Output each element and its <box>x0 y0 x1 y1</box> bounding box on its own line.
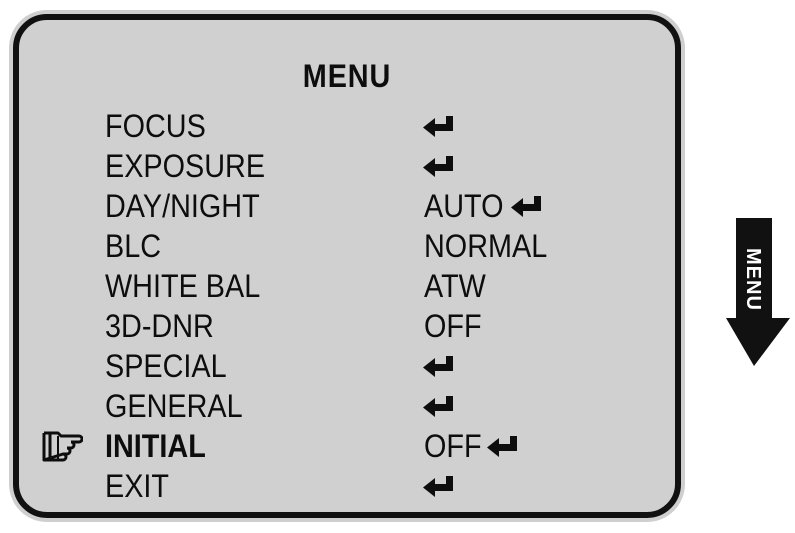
menu-key-label: MENU <box>742 247 764 311</box>
menu-item-special[interactable]: SPECIAL <box>19 346 675 386</box>
enter-arrow-icon <box>511 196 542 217</box>
enter-arrow-icon <box>423 396 453 417</box>
menu-item-label: 3D-DNR <box>105 308 214 344</box>
menu-item-general[interactable]: GENERAL <box>19 386 675 426</box>
menu-item-value-text: OFF <box>424 428 482 464</box>
enter-arrow-icon <box>423 356 453 377</box>
menu-item-label: FOCUS <box>105 108 206 144</box>
menu-down-key[interactable]: MENU <box>726 218 792 368</box>
menu-item-blc[interactable]: BLC NORMAL <box>19 226 675 266</box>
menu-title: MENU <box>302 58 392 94</box>
menu-item-initial[interactable]: INITIAL OFF <box>19 426 675 466</box>
menu-item-value-text: AUTO <box>424 188 504 224</box>
menu-item-day-night[interactable]: DAY/NIGHT AUTO <box>19 186 675 226</box>
menu-item-exposure[interactable]: EXPOSURE <box>19 146 675 186</box>
menu-item-value-text: ATW <box>424 268 486 304</box>
enter-arrow-icon <box>423 156 453 177</box>
menu-item-3d-dnr[interactable]: 3D-DNR OFF <box>19 306 675 346</box>
menu-item-value-text: OFF <box>424 308 482 344</box>
menu-item-value <box>423 146 460 186</box>
menu-item-label: EXPOSURE <box>105 148 266 184</box>
menu-item-label: WHITE BAL <box>105 268 261 304</box>
menu-item-label: EXIT <box>105 468 170 504</box>
menu-item-exit[interactable]: EXIT <box>19 466 675 506</box>
menu-item-value: OFF <box>424 426 524 466</box>
menu-item-focus[interactable]: FOCUS <box>19 106 675 146</box>
menu-item-value <box>423 346 460 386</box>
enter-arrow-icon <box>423 476 453 497</box>
enter-arrow-icon <box>486 436 517 457</box>
menu-item-value: NORMAL <box>424 226 561 266</box>
menu-item-value-text: NORMAL <box>424 228 548 264</box>
enter-arrow-icon <box>423 116 453 137</box>
menu-item-white-bal[interactable]: WHITE BAL ATW <box>19 266 675 306</box>
menu-item-value: OFF <box>424 306 488 346</box>
menu-item-value <box>423 386 460 426</box>
menu-item-label: DAY/NIGHT <box>105 188 260 224</box>
menu-item-label: BLC <box>105 228 162 264</box>
menu-item-value <box>423 466 460 506</box>
menu-item-value: ATW <box>424 266 493 306</box>
menu-item-label: SPECIAL <box>105 348 227 384</box>
pointing-hand-icon <box>42 431 83 462</box>
menu-item-label: INITIAL <box>105 428 206 464</box>
menu-item-label: GENERAL <box>105 388 243 424</box>
menu-item-value <box>423 106 460 146</box>
menu-item-value: AUTO <box>424 186 548 226</box>
osd-menu-screen: MENU FOCUS EXPOSURE DAY/NIGHT AUTO BLC N… <box>13 14 681 518</box>
